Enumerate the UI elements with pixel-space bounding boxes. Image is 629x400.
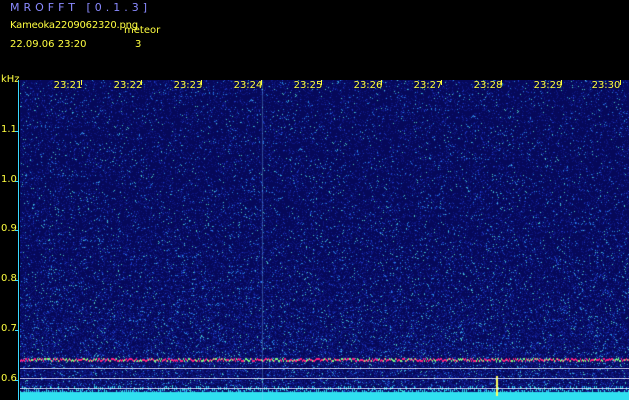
meteor-count: 3 (135, 39, 142, 50)
x-tick-mark (201, 80, 202, 85)
x-tick-mark (261, 80, 262, 85)
x-tick-mark (81, 80, 82, 85)
x-tick-label: 23:30 (591, 80, 621, 91)
x-tick-mark (561, 80, 562, 85)
reference-line (20, 388, 629, 389)
y-tick-mark (15, 181, 19, 182)
y-tick-label: 1.1 (1, 124, 17, 135)
header: MROFFT [0.1.3] Kameoka2209062320.png met… (0, 0, 629, 80)
y-tick-label: 0.8 (1, 273, 17, 284)
y-tick-mark (15, 131, 19, 132)
x-tick-label: 23:27 (413, 80, 443, 91)
x-tick-mark (141, 80, 142, 85)
x-tick-label: 23:28 (473, 80, 503, 91)
reference-line (20, 378, 629, 379)
x-tick-label: 23:22 (113, 80, 143, 91)
y-tick-label: 0.6 (1, 373, 17, 384)
y-tick-mark (15, 230, 19, 231)
x-tick-label: 23:21 (53, 80, 83, 91)
x-tick-mark (381, 80, 382, 85)
app-title: MROFFT [0.1.3] (10, 1, 152, 14)
datetime: 22.09.06 23:20 (10, 39, 87, 50)
x-tick-label: 23:29 (533, 80, 563, 91)
x-tick-label: 23:23 (173, 80, 203, 91)
reference-line (20, 368, 629, 369)
y-tick-mark (15, 330, 19, 331)
y-tick-label: 0.9 (1, 223, 17, 234)
axis-unit-label: kHz (1, 74, 20, 85)
x-tick-label: 23:24 (233, 80, 263, 91)
y-tick-mark (15, 380, 19, 381)
y-tick-label: 0.7 (1, 323, 17, 334)
x-tick-mark (620, 80, 621, 85)
spectrogram-canvas (20, 80, 629, 400)
x-tick-mark (321, 80, 322, 85)
file-name: Kameoka2209062320.png (10, 20, 138, 31)
x-tick-mark (441, 80, 442, 85)
spectrogram-plot (20, 80, 629, 400)
y-tick-label: 1.0 (1, 174, 17, 185)
y-axis-line (18, 80, 19, 400)
x-tick-label: 23:25 (293, 80, 323, 91)
x-tick-mark (501, 80, 502, 85)
x-tick-label: 23:26 (353, 80, 383, 91)
y-tick-mark (15, 280, 19, 281)
meteor-label: meteor (124, 25, 161, 36)
